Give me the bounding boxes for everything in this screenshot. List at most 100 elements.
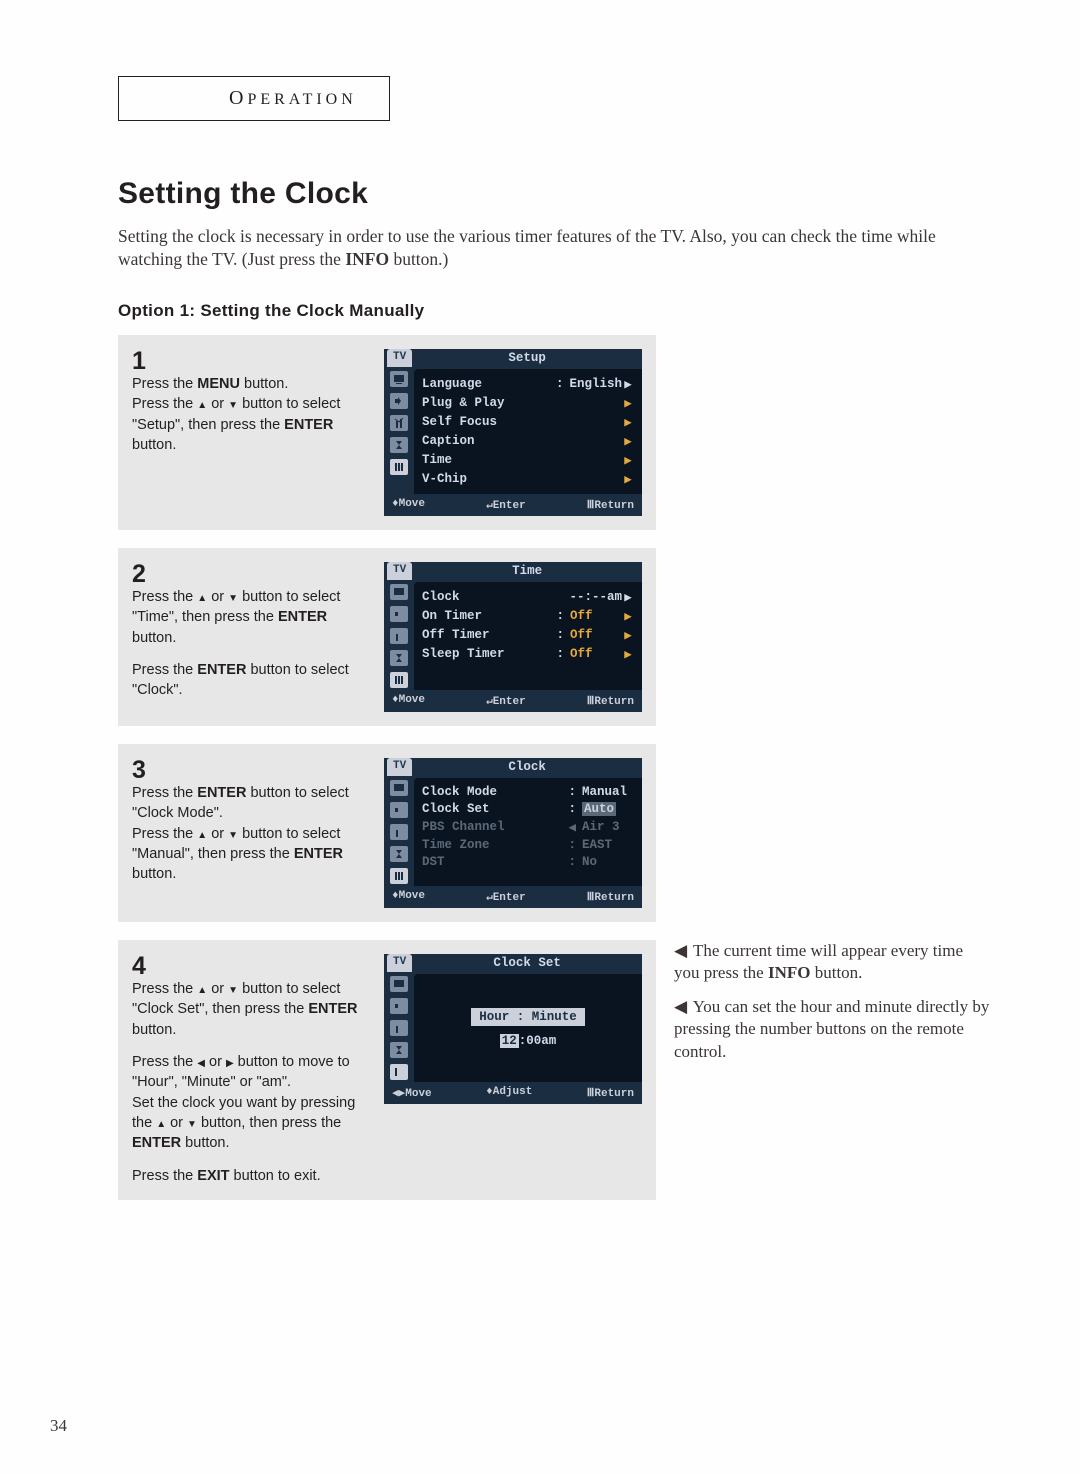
setup-icon	[390, 459, 408, 475]
step-4-number: 4	[132, 954, 370, 979]
osd-footer-enter: ↵Enter	[486, 694, 526, 708]
osd-footer-enter: ↵Enter	[486, 498, 526, 512]
step-1: 1 Press the MENU button.Press the or but…	[118, 335, 656, 530]
osd-footer-enter: ↵Enter	[486, 890, 526, 904]
step-1-text: 1 Press the MENU button.Press the or but…	[132, 349, 370, 455]
osd-footer-move: ♦Move	[392, 498, 425, 512]
step-3-text: 3 Press the ENTER button to select "Cloc…	[132, 758, 370, 884]
osd-row-pbs: PBS Channel◀Air 3	[422, 817, 634, 836]
osd-footer: ♦Move ↵Enter ⅢReturn	[384, 886, 642, 908]
osd-tv-tab: TV	[387, 562, 412, 580]
setup-icon	[390, 672, 408, 688]
channel-icon	[390, 628, 408, 644]
step-2-text: 2 Press the or button to select "Time", …	[132, 562, 370, 700]
osd-row-caption: Caption▶	[422, 431, 634, 450]
time-icon	[390, 846, 408, 862]
osd-footer-return: ⅢReturn	[587, 694, 634, 708]
osd-row-time: Time▶	[422, 450, 634, 469]
osd-row-language: Language:English▶	[422, 374, 634, 393]
osd-row-clockset: Clock Set:Auto	[422, 800, 634, 817]
osd-time-rest: :00am	[519, 1034, 557, 1048]
osd-row-tz: Time Zone:EAST	[422, 836, 634, 853]
picture-icon	[390, 780, 408, 796]
section-header-rest: PERATION	[247, 91, 356, 108]
osd-time: TV Time Clock--:--am▶ On Timer:Off▶ Off …	[384, 562, 642, 712]
osd-time-content: Clock--:--am▶ On Timer:Off▶ Off Timer:Of…	[414, 582, 642, 690]
osd-footer-move: ♦Move	[392, 694, 425, 708]
step-1-para: Press the MENU button.Press the or butto…	[132, 374, 370, 455]
page-title: Setting the Clock	[118, 177, 992, 211]
osd-footer-return: ⅢReturn	[587, 1086, 634, 1100]
osd-clock-content: Clock Mode:Manual Clock Set:Auto PBS Cha…	[414, 778, 642, 886]
osd-clockset-content: Hour : Minute 12:00am	[414, 974, 642, 1082]
osd-row-ontimer: On Timer:Off▶	[422, 606, 634, 625]
osd-clockset-title: Clock Set	[412, 954, 642, 972]
osd-footer-return: ⅢReturn	[587, 890, 634, 904]
note-1: ▶ The current time will appear every tim…	[674, 940, 990, 984]
osd-setup: TV Setup Language:English▶ Plug & Play▶ …	[384, 349, 642, 516]
osd-row-offtimer: Off Timer:Off▶	[422, 625, 634, 644]
osd-footer-move: ♦Move	[392, 890, 425, 904]
setup-icon	[390, 1064, 408, 1080]
osd-row-selffocus: Self Focus▶	[422, 412, 634, 431]
osd-side-icons	[384, 367, 414, 494]
page-number: 34	[50, 1416, 67, 1436]
osd-row-plugplay: Plug & Play▶	[422, 393, 634, 412]
osd-clock: TV Clock Clock Mode:Manual Clock Set:Aut…	[384, 758, 642, 908]
step-4-row: 4 Press the or button to select "Clock S…	[118, 940, 992, 1200]
sound-icon	[390, 802, 408, 818]
osd-side-icons	[384, 972, 414, 1082]
step-4-para-3: Press the EXIT button to exit.	[132, 1166, 370, 1186]
osd-tv-tab: TV	[387, 954, 412, 972]
time-icon	[390, 1042, 408, 1058]
osd-side-icons	[384, 580, 414, 690]
note-2: ▶ You can set the hour and minute direct…	[674, 996, 990, 1062]
osd-tv-tab: TV	[387, 758, 412, 776]
osd-clock-title: Clock	[412, 758, 642, 776]
osd-footer-adjust: ♦Adjust	[486, 1086, 532, 1100]
step-4-para-2: Press the or button to move to "Hour", "…	[132, 1052, 370, 1153]
intro-paragraph: Setting the clock is necessary in order …	[118, 225, 992, 271]
osd-setup-title: Setup	[412, 349, 642, 367]
osd-clockset: TV Clock Set Hour : Minute 12:00am	[384, 954, 642, 1104]
osd-hm-label: Hour : Minute	[471, 1008, 585, 1026]
step-3-para: Press the ENTER button to select "Clock …	[132, 783, 370, 884]
osd-footer: ◀▶Move ♦Adjust ⅢReturn	[384, 1082, 642, 1104]
osd-row-vchip: V-Chip▶	[422, 469, 634, 488]
time-icon	[390, 437, 408, 453]
osd-setup-content: Language:English▶ Plug & Play▶ Self Focu…	[414, 369, 642, 494]
step-2-number: 2	[132, 562, 370, 587]
osd-tv-tab: TV	[387, 349, 412, 367]
picture-icon	[390, 584, 408, 600]
step-4-para-1: Press the or button to select "Clock Set…	[132, 979, 370, 1040]
osd-row-clockmode: Clock Mode:Manual	[422, 783, 634, 800]
step-4-text: 4 Press the or button to select "Clock S…	[132, 954, 370, 1186]
section-header-box: OPERATION	[118, 76, 390, 121]
channel-icon	[390, 1020, 408, 1036]
osd-footer-move: ◀▶Move	[392, 1086, 432, 1100]
osd-row-dst: DST:No	[422, 853, 634, 870]
osd-row-clock: Clock--:--am▶	[422, 587, 634, 606]
step-3: 3 Press the ENTER button to select "Cloc…	[118, 744, 656, 922]
time-icon	[390, 650, 408, 666]
step-2: 2 Press the or button to select "Time", …	[118, 548, 656, 726]
sound-icon	[390, 998, 408, 1014]
osd-footer-return: ⅢReturn	[587, 498, 634, 512]
step-3-number: 3	[132, 758, 370, 783]
step-1-number: 1	[132, 349, 370, 374]
setup-icon	[390, 868, 408, 884]
osd-footer: ♦Move ↵Enter ⅢReturn	[384, 690, 642, 712]
osd-hour-highlight: 12	[500, 1034, 519, 1048]
option-heading: Option 1: Setting the Clock Manually	[118, 301, 992, 321]
side-notes: ▶ The current time will appear every tim…	[674, 940, 990, 1074]
osd-footer: ♦Move ↵Enter ⅢReturn	[384, 494, 642, 516]
osd-side-icons	[384, 776, 414, 886]
channel-icon	[390, 415, 408, 431]
step-2-para-1: Press the or button to select "Time", th…	[132, 587, 370, 648]
osd-time-title: Time	[412, 562, 642, 580]
sound-icon	[390, 393, 408, 409]
picture-icon	[390, 371, 408, 387]
sound-icon	[390, 606, 408, 622]
step-2-para-2: Press the ENTER button to select "Clock"…	[132, 660, 370, 701]
osd-time-value: 12:00am	[500, 1034, 557, 1048]
